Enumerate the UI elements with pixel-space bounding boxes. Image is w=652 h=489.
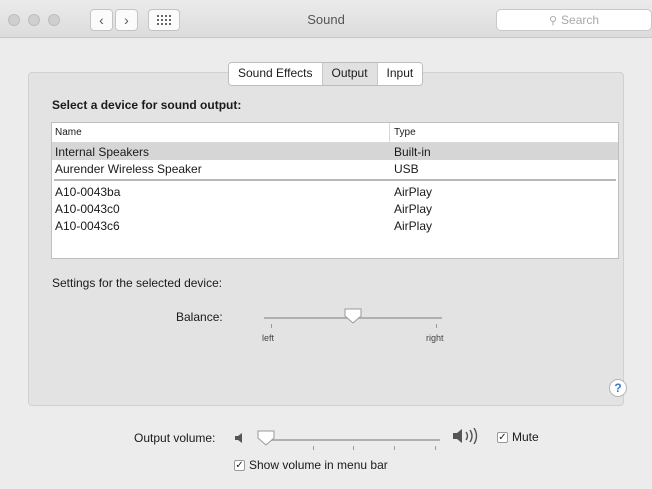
device-type: AirPlay <box>394 185 433 199</box>
device-name: A10-0043c0 <box>55 202 120 216</box>
mute-checkbox[interactable]: ✓ <box>497 432 508 443</box>
device-type: Built-in <box>394 145 431 159</box>
device-name: Aurender Wireless Speaker <box>55 162 202 176</box>
settings-label: Settings for the selected device: <box>52 276 223 290</box>
device-type: USB <box>394 162 419 176</box>
slider-tick <box>394 446 395 450</box>
device-name: A10-0043ba <box>55 185 121 199</box>
section-heading: Select a device for sound output: <box>52 98 242 112</box>
table-row[interactable]: A10-0043ba AirPlay <box>52 183 618 200</box>
title-bar: ‹ › Sound ⚲ Search <box>0 0 652 38</box>
device-name: A10-0043c6 <box>55 219 120 233</box>
tab-output[interactable]: Output <box>322 63 378 85</box>
slider-tick <box>271 324 272 328</box>
column-divider <box>389 123 390 142</box>
table-row[interactable]: Aurender Wireless Speaker USB <box>52 160 618 177</box>
balance-left-label: left <box>262 333 275 343</box>
speaker-high-icon <box>453 428 478 444</box>
volume-slider-knob[interactable] <box>257 430 275 446</box>
slider-tick <box>435 446 436 450</box>
output-volume-label: Output volume: <box>134 431 216 445</box>
device-type: AirPlay <box>394 202 433 216</box>
table-header: Name Type <box>52 123 618 143</box>
search-icon: ⚲ <box>548 14 558 27</box>
tab-bar: Sound Effects Output Input <box>228 62 424 86</box>
tab-sound-effects[interactable]: Sound Effects <box>229 63 323 85</box>
column-header-name[interactable]: Name <box>55 127 82 138</box>
table-row[interactable]: Internal Speakers Built-in <box>52 143 618 160</box>
device-name: Internal Speakers <box>55 145 150 159</box>
device-type: AirPlay <box>394 219 433 233</box>
balance-right-label: right <box>426 333 444 343</box>
mute-label: Mute <box>512 430 539 444</box>
tab-input[interactable]: Input <box>377 63 423 85</box>
search-field[interactable]: ⚲ Search <box>496 9 652 31</box>
volume-slider-track[interactable] <box>262 439 440 441</box>
show-volume-label: Show volume in menu bar <box>249 458 388 472</box>
speaker-low-icon <box>235 433 242 443</box>
table-row[interactable]: A10-0043c6 AirPlay <box>52 217 618 234</box>
show-volume-checkbox[interactable]: ✓ <box>234 460 245 471</box>
slider-tick <box>313 446 314 450</box>
column-header-type[interactable]: Type <box>394 127 416 138</box>
table-row[interactable]: A10-0043c0 AirPlay <box>52 200 618 217</box>
slider-tick <box>353 446 354 450</box>
help-button[interactable]: ? <box>609 379 627 397</box>
search-placeholder: Search <box>561 13 600 27</box>
device-table[interactable]: Name Type Internal Speakers Built-in Aur… <box>51 122 619 259</box>
balance-label: Balance: <box>176 310 223 324</box>
help-icon: ? <box>614 381 622 395</box>
slider-tick <box>436 324 437 328</box>
balance-slider-knob[interactable] <box>344 308 362 324</box>
